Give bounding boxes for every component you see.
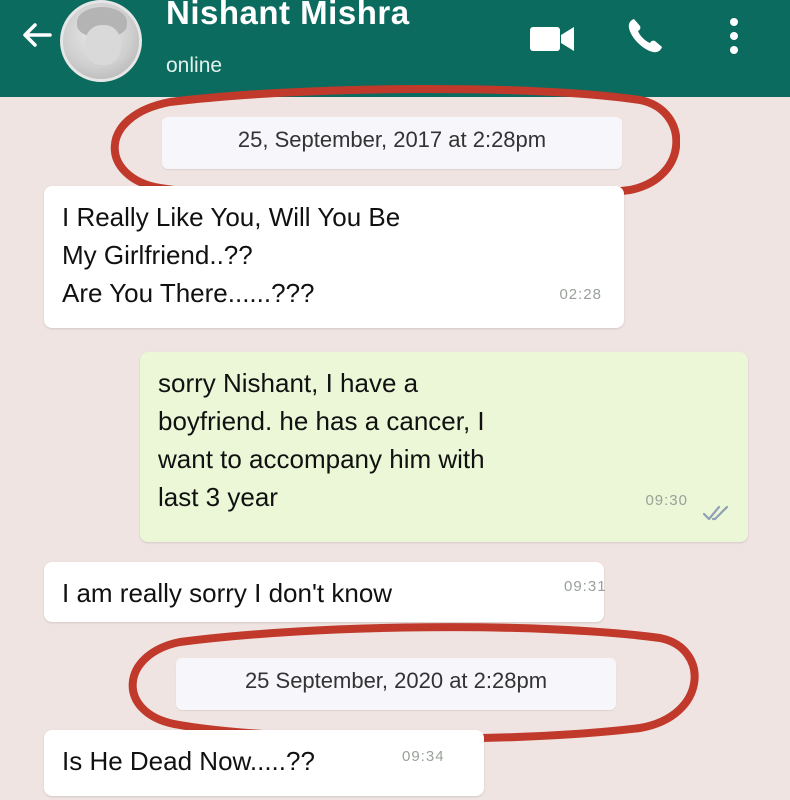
date-divider: 25 September, 2020 at 2:28pm — [176, 658, 616, 710]
contact-name[interactable]: Nishant Mishra — [166, 0, 410, 32]
date-divider: 25, September, 2017 at 2:28pm — [162, 117, 622, 169]
incoming-message[interactable]: I am really sorry I don't know 09:31 — [44, 562, 607, 622]
back-arrow-icon[interactable] — [20, 18, 54, 52]
outgoing-message[interactable]: sorry Nishant, I have a boyfriend. he ha… — [140, 352, 748, 542]
chat-header: Nishant Mishra online — [0, 0, 790, 97]
avatar[interactable] — [60, 0, 142, 82]
video-call-icon[interactable] — [528, 22, 576, 56]
contact-status: online — [166, 54, 223, 77]
read-ticks-icon — [702, 505, 729, 521]
message-time: 02:28 — [559, 286, 602, 303]
message-text: I Really Like You, Will You Be My Girlfr… — [62, 202, 401, 308]
message-time: 09:31 — [564, 578, 607, 595]
message-time: 09:30 — [645, 492, 688, 509]
incoming-message[interactable]: I Really Like You, Will You Be My Girlfr… — [44, 186, 624, 328]
voice-call-icon[interactable] — [625, 16, 665, 56]
message-text: sorry Nishant, I have a boyfriend. he ha… — [158, 368, 485, 512]
avatar-face — [85, 25, 121, 65]
message-time: 09:34 — [402, 748, 445, 765]
more-menu-icon[interactable] — [726, 16, 742, 56]
message-text: I am really sorry I don't know — [62, 578, 393, 608]
incoming-message[interactable]: Is He Dead Now.....?? 09:34 — [44, 730, 484, 796]
